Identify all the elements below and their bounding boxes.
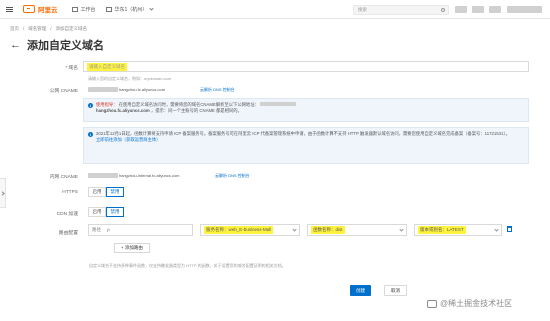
https-enable-option[interactable]: 启用: [88, 187, 106, 197]
create-button[interactable]: 创建: [350, 285, 371, 296]
https-label: HTTPS: [62, 190, 78, 195]
version-select[interactable]: 版本或别名：LATEST: [414, 224, 502, 236]
add-route-button[interactable]: + 添加路由: [114, 243, 150, 253]
redacted-account-id: [88, 173, 118, 178]
path-prefix: 路径: [92, 227, 101, 232]
account-menu[interactable]: [507, 6, 542, 13]
chevron-down-icon: [494, 227, 499, 232]
brand-logo[interactable]: 阿里云: [23, 4, 58, 14]
internal-cname-label: 内网 CNAME: [49, 175, 78, 180]
cancel-button[interactable]: 取消: [384, 285, 407, 296]
page-header: ← 添加自定义域名: [10, 37, 104, 53]
internal-cname-value: hangzhou-internal.fc.aliyuncs.com: [88, 173, 179, 178]
public-cname-dns-link[interactable]: 云解析 DNS 控制台: [200, 87, 235, 93]
region-icon: [105, 6, 112, 12]
notice-title: 使用指导：: [96, 102, 118, 107]
redacted-account-id: [88, 87, 118, 92]
region-selector[interactable]: 华东1（杭州）: [105, 5, 154, 13]
global-search-input[interactable]: 搜索: [353, 5, 449, 15]
route-path-input[interactable]: 路径 /*: [88, 224, 193, 236]
usage-guide-notice: i 使用指导： 在使用自定义域名访问时，需要将您的域名CNAME解析至以下公网地…: [83, 98, 529, 122]
cdn-toggle: 启用 禁用: [88, 207, 124, 217]
search-placeholder: 搜索: [358, 7, 367, 12]
juejin-logo-icon: [427, 299, 437, 308]
service-label: 服务名称: [206, 227, 224, 232]
home-icon: [71, 6, 78, 12]
domain-help: 请输入您的自定义域名，例如：mydomain.com: [88, 76, 172, 81]
brand-name: 阿里云: [38, 7, 58, 14]
breadcrumb-home[interactable]: 首页: [10, 26, 19, 32]
function-label: 函数名称: [313, 227, 331, 232]
function-value: dist: [335, 227, 343, 232]
workbench-label: 工作台: [80, 6, 96, 13]
chevron-down-icon: [292, 227, 297, 232]
watermark-text: @稀土掘金技术社区: [440, 299, 513, 308]
menu-icon[interactable]: [0, 0, 19, 19]
route-label: 路由配置: [58, 231, 78, 236]
header-icon-help[interactable]: [472, 6, 484, 13]
notice-cname: hangzhou.fc.aliyuncs.com: [96, 108, 150, 113]
header-icon-settings[interactable]: [489, 6, 501, 13]
breadcrumb: 首页 / 域名管理 / 添加自定义域名: [10, 26, 87, 32]
cdn-label: CDN 加速: [56, 212, 78, 217]
public-cname-value: hangzhou.fc.aliyuncs.com: [88, 87, 165, 92]
internal-cname-suffix: hangzhou-internal.fc.aliyuncs.com: [119, 173, 180, 178]
breadcrumb-sep: /: [50, 26, 52, 31]
icp-notice-text: 2021年12月1日起，函数计算将支持申请 ICP 备案服务号。备案服务号可在阿…: [96, 131, 510, 136]
notice-text: 在使用自定义域名访问时，需要将您的域名CNAME解析至以下公网地址：: [118, 102, 259, 107]
header-icon-bell[interactable]: [455, 6, 467, 13]
top-nav-bar: 阿里云 工作台 华东1（杭州） 搜索: [0, 0, 550, 19]
watermark: @稀土掘金技术社区: [427, 298, 512, 309]
aliyun-logo-icon: [23, 5, 35, 13]
page-title: 添加自定义域名: [27, 40, 104, 52]
version-select-text: 版本或别名：LATEST: [418, 226, 466, 234]
service-select-text: 服务名称：web_E-business-Mall: [204, 226, 274, 234]
cdn-disable-option[interactable]: 禁用: [106, 207, 124, 217]
chevron-down-icon: [399, 227, 404, 232]
breadcrumb-domains[interactable]: 域名管理: [28, 26, 46, 32]
region-label: 华东1（杭州）: [114, 6, 148, 13]
icp-notice-link[interactable]: 立即前往添加（获取运营商主体）: [96, 137, 160, 142]
icp-notice: i 2021年12月1日起，函数计算将支持申请 ICP 备案服务号。备案服务号可…: [83, 127, 529, 164]
path-value: /*: [107, 227, 111, 233]
domain-label: * 域名: [65, 66, 78, 71]
domain-placeholder: 请输入自定义域名: [87, 62, 127, 71]
function-select-text: 函数名称：dist: [311, 226, 345, 234]
search-icon: [441, 8, 445, 12]
chevron-down-icon: [149, 5, 154, 11]
service-select[interactable]: 服务名称：web_E-business-Mall: [200, 224, 300, 236]
domain-input[interactable]: 请输入自定义域名: [83, 61, 529, 72]
cdn-enable-option[interactable]: 启用: [88, 207, 106, 217]
info-icon: i: [88, 132, 93, 137]
delete-route-icon[interactable]: [507, 226, 512, 232]
workbench-link[interactable]: 工作台: [71, 6, 96, 13]
redacted-account-id: [260, 102, 297, 106]
notice-tail: ，提示：同一个主账号的 CNAME 都是相同的。: [150, 108, 242, 113]
bottom-note: 自定义域名不支持多种事件函数，仅支持触发器类型为 HTTP 的函数，关于设置您的…: [89, 263, 286, 268]
https-toggle: 启用 禁用: [88, 187, 124, 197]
breadcrumb-current: 添加自定义域名: [55, 26, 88, 31]
function-select[interactable]: 函数名称：dist: [307, 224, 407, 236]
breadcrumb-sep: /: [23, 26, 25, 31]
service-value: web_E-business-Mall: [228, 227, 272, 232]
sidebar-expand-handle[interactable]: [0, 178, 6, 208]
version-value: LATEST: [447, 227, 464, 232]
public-cname-label: 公网 CNAME: [49, 89, 78, 94]
back-arrow-icon[interactable]: ←: [10, 39, 21, 51]
https-disable-option[interactable]: 禁用: [106, 187, 124, 197]
internal-cname-dns-link[interactable]: 云解析 DNS 控制台: [215, 173, 250, 179]
info-icon: i: [88, 103, 93, 108]
public-cname-suffix: hangzhou.fc.aliyuncs.com: [119, 87, 166, 92]
version-label: 版本或别名: [420, 227, 443, 232]
